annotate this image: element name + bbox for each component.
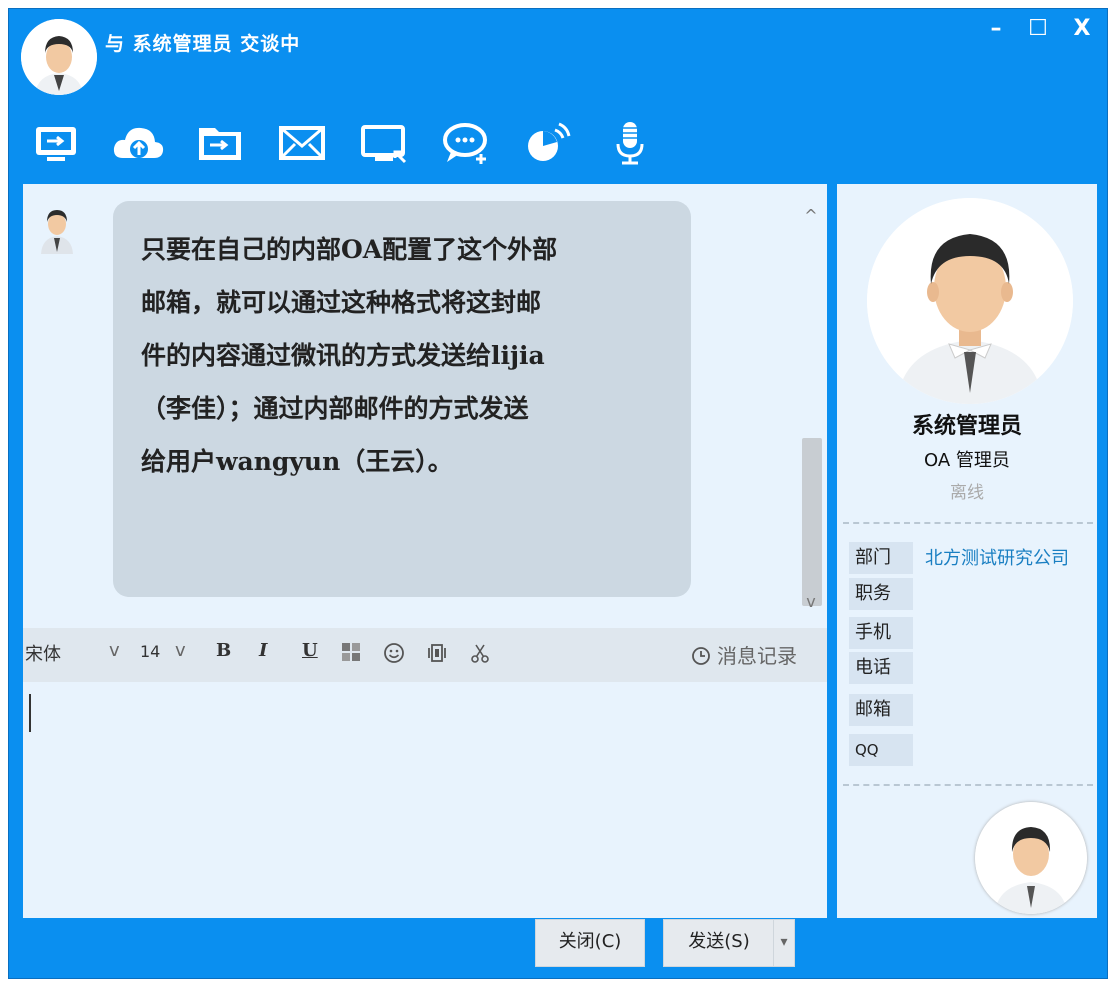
chat-history[interactable]: 只要在自己的内部OA配置了这个外部 邮箱，就可以通过这种格式将这封邮 件的内容通… (23, 184, 827, 628)
shake-window-icon[interactable] (426, 642, 448, 669)
font-size-select[interactable]: 14 (140, 642, 160, 661)
scroll-up-button[interactable]: ^ (799, 204, 823, 228)
maximize-button[interactable]: ☐ (1021, 15, 1055, 43)
scroll-thumb[interactable] (802, 438, 822, 606)
sender-avatar (37, 202, 77, 254)
label-qq: QQ (849, 734, 913, 766)
minimize-button[interactable]: – (979, 15, 1013, 43)
message-history-link[interactable]: 消息记录 (691, 640, 797, 671)
scroll-down-button[interactable]: v (799, 590, 823, 614)
text-caret (29, 694, 31, 732)
message-input[interactable] (23, 682, 827, 918)
screenshot-scissors-icon[interactable] (469, 642, 491, 669)
font-dropdown-arrow[interactable]: v (109, 640, 120, 661)
italic-button[interactable]: I (259, 640, 267, 661)
chat-window: 与 系统管理员 交谈中 – ☐ X 只要在自己的内部OA配置了这个外部 邮箱，就… (8, 8, 1108, 979)
send-button[interactable]: 发送(S) (663, 919, 775, 967)
chat-plus-icon[interactable] (437, 114, 495, 172)
profile-role: OA 管理员 (924, 450, 1010, 471)
message-history-label: 消息记录 (717, 644, 797, 668)
cloud-upload-icon[interactable] (109, 114, 167, 172)
my-avatar (975, 802, 1087, 914)
microphone-icon[interactable] (601, 114, 659, 172)
divider (843, 522, 1093, 524)
contact-profile-panel: 系统管理员 OA 管理员 离线 部门 北方测试研究公司 职务 手机 电话 邮箱 … (837, 184, 1097, 918)
chat-scrollbar[interactable]: ^ v (799, 184, 823, 628)
color-palette-icon[interactable] (341, 642, 361, 667)
bold-button[interactable]: B (216, 640, 231, 661)
remote-assist-icon[interactable] (519, 114, 577, 172)
label-position: 职务 (849, 578, 913, 610)
message-text: 只要在自己的内部OA配置了这个外部 邮箱，就可以通过这种格式将这封邮 件的内容通… (141, 235, 558, 476)
underline-button[interactable]: U (302, 640, 318, 661)
profile-status: 离线 (950, 483, 984, 503)
clock-icon (691, 646, 711, 671)
label-email: 邮箱 (849, 694, 913, 726)
department-value: 北方测试研究公司 (925, 548, 1069, 569)
font-select[interactable]: 宋体 (25, 640, 61, 666)
toolbar (27, 114, 687, 174)
close-window-button[interactable]: X (1065, 15, 1099, 43)
emoji-icon[interactable] (383, 642, 405, 669)
mail-icon[interactable] (273, 114, 331, 172)
label-phone: 电话 (849, 652, 913, 684)
send-file-icon[interactable] (191, 114, 249, 172)
size-dropdown-arrow[interactable]: v (175, 640, 186, 661)
remote-desktop-icon[interactable] (27, 114, 85, 172)
profile-name: 系统管理员 (911, 414, 1022, 439)
format-toolbar: 宋体 v 14 v B I U 消息记录 (23, 628, 827, 682)
window-title: 与 系统管理员 交谈中 (105, 33, 301, 55)
close-button[interactable]: 关闭(C) (535, 919, 645, 967)
label-mobile: 手机 (849, 617, 913, 649)
send-options-arrow[interactable]: ▾ (773, 919, 795, 967)
screen-share-icon[interactable] (355, 114, 413, 172)
divider (843, 784, 1093, 786)
message-bubble: 只要在自己的内部OA配置了这个外部 邮箱，就可以通过这种格式将这封邮 件的内容通… (113, 201, 691, 597)
label-department: 部门 (849, 542, 913, 574)
profile-avatar (867, 198, 1073, 404)
contact-avatar[interactable] (21, 19, 97, 95)
